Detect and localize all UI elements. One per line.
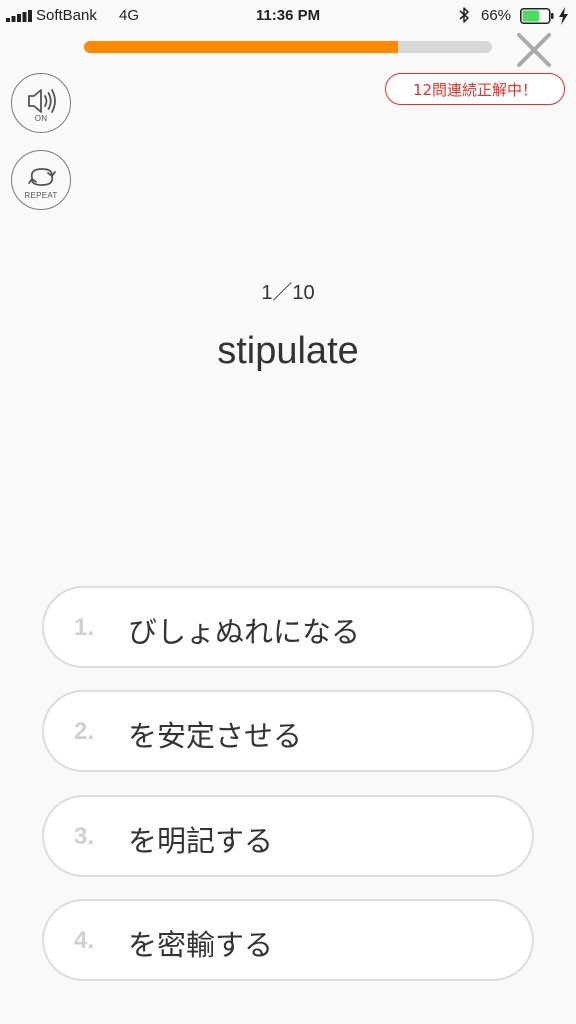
choice-number: 3. xyxy=(74,823,95,850)
close-icon xyxy=(517,33,551,67)
repeat-icon xyxy=(28,168,56,186)
speaker-icon xyxy=(28,89,56,113)
choice-number: 4. xyxy=(74,927,95,954)
streak-badge: 12問連続正解中！ xyxy=(385,73,565,105)
battery-percent: 66% xyxy=(481,7,512,24)
sound-toggle-label: ON xyxy=(34,114,48,123)
question-counter: 1／10 xyxy=(261,282,315,304)
choice-text: びしょぬれになる xyxy=(128,615,361,649)
repeat-label: REPEAT xyxy=(24,191,58,200)
choice-number: 1. xyxy=(74,614,95,641)
answer-choice-3[interactable]: 3. を明記する xyxy=(42,795,534,877)
choice-text: を密輸する xyxy=(128,928,274,962)
answer-choice-1[interactable]: 1. びしょぬれになる xyxy=(42,586,534,668)
bluetooth-icon xyxy=(459,7,469,23)
answer-choice-2[interactable]: 2. を安定させる xyxy=(42,690,534,772)
close-button[interactable] xyxy=(514,30,554,70)
status-bar: SoftBank 4G 11:36 PM 66% xyxy=(0,0,576,32)
repeat-button[interactable]: REPEAT xyxy=(11,150,71,210)
quiz-progress-bar xyxy=(84,41,492,53)
sound-toggle-button[interactable]: ON xyxy=(11,73,71,133)
charging-icon xyxy=(559,7,568,25)
answer-choice-4[interactable]: 4. を密輸する xyxy=(42,899,534,981)
quiz-progress-fill xyxy=(84,41,399,53)
choice-number: 2. xyxy=(74,718,95,745)
question-word: stipulate xyxy=(217,330,359,372)
battery-icon xyxy=(520,8,554,24)
choice-text: を明記する xyxy=(128,824,274,858)
choice-text: を安定させる xyxy=(128,719,303,753)
